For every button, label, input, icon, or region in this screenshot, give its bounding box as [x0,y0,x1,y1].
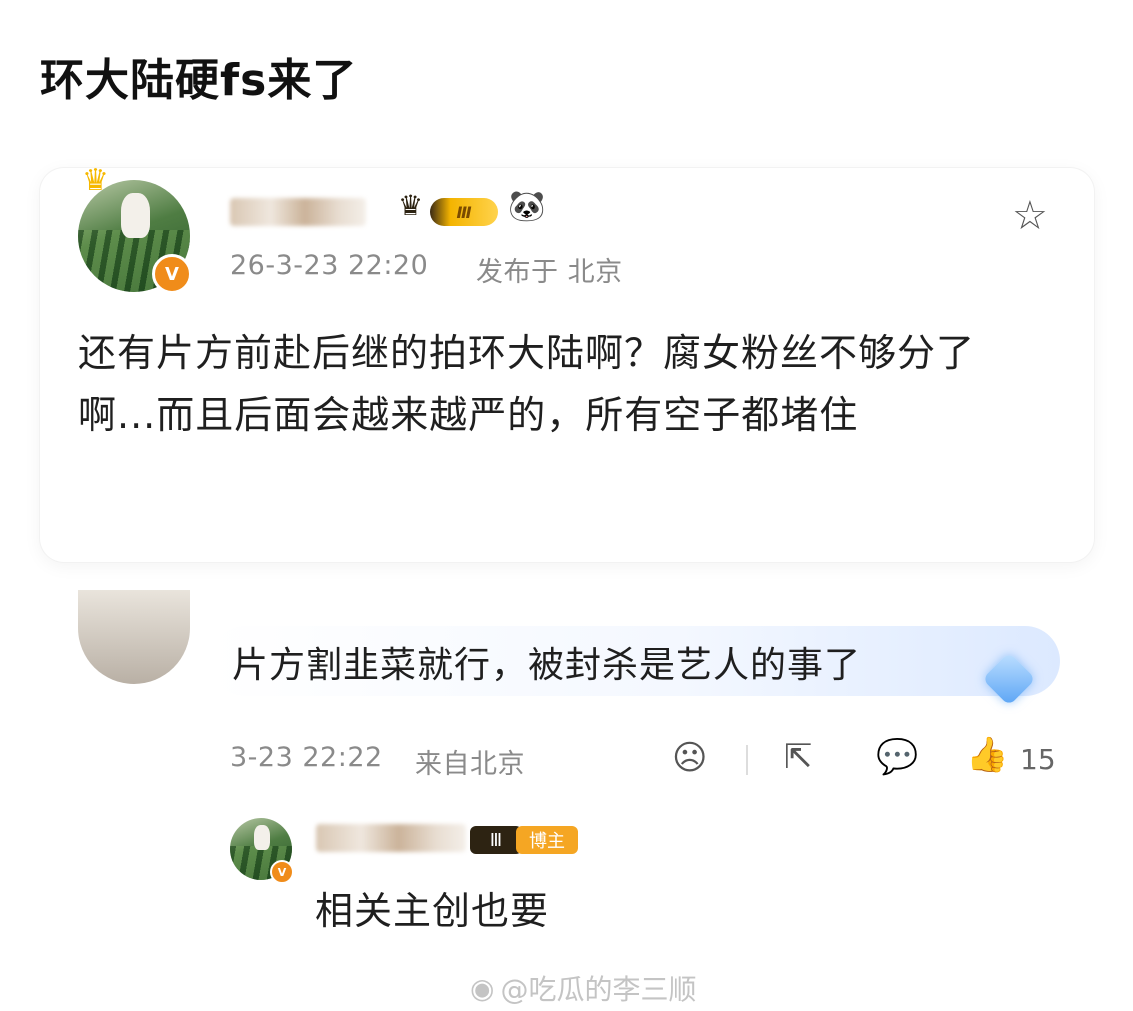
weibo-logo-icon: ◉ [470,971,495,1005]
reply-location: 来自北京 [415,749,525,780]
watermark-text: @吃瓜的李三顺 [500,973,697,1006]
share-icon[interactable]: ⇱ [784,740,813,774]
like-count: 15 [1020,743,1056,776]
reply-time: 3-23 22:22 [230,742,383,773]
star-icon[interactable]: ☆ [1012,196,1048,236]
sad-face-icon[interactable]: ☹ [672,741,707,775]
watermark: ◉ @吃瓜的李三顺 [470,968,696,1008]
username-blurred[interactable] [230,198,366,226]
verified-badge: V [152,254,192,294]
page-title: 环大陆硬fs来了 [40,55,358,106]
post-date: 26-3-23 22:20 [230,250,429,281]
comment-icon[interactable]: 💬 [876,740,918,774]
avatar[interactable] [78,590,190,684]
reply-text: 片方割韭菜就行，被封杀是艺人的事了 [232,645,862,686]
verified-badge: V [270,860,294,884]
post-text: 还有片方前赴后继的拍环大陆啊？腐女粉丝不够分了啊...而且后面会越来越严的，所有… [78,331,976,437]
username-blurred[interactable] [316,824,466,852]
crown-icon: ♛ [398,189,424,222]
blogger-badge: 博主 [516,826,578,854]
post-location: 发布于 北京 [476,257,623,288]
panda-icon: 🐼 [508,189,546,224]
divider [746,745,748,775]
thumbs-up-icon[interactable]: 👍 [966,738,1008,772]
sub-reply-text: 相关主创也要 [315,889,550,933]
level-badge: Ⅲ [470,826,522,854]
level-badge: Ⅲ [430,198,498,226]
